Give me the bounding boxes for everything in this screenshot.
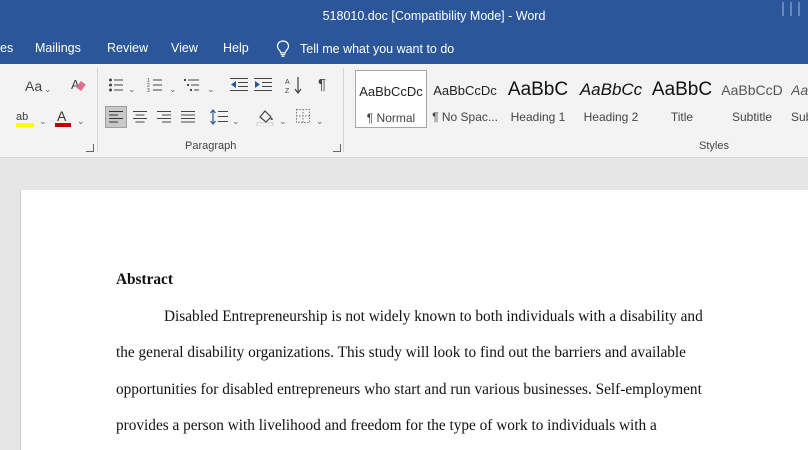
- style-preview: AaBbCcD: [721, 82, 783, 98]
- svg-text:3: 3: [147, 88, 150, 93]
- chevron-down-icon[interactable]: ⌄: [232, 113, 240, 129]
- style-name: ¶ Normal: [366, 111, 416, 125]
- borders-icon[interactable]: [296, 109, 310, 123]
- chevron-down-icon[interactable]: ⌄: [44, 81, 52, 97]
- bullets-icon[interactable]: [108, 77, 124, 93]
- chevron-down-icon[interactable]: ⌄: [279, 113, 287, 129]
- align-left-button[interactable]: [105, 106, 127, 128]
- chevron-down-icon[interactable]: ⌄: [169, 81, 177, 97]
- window-controls[interactable]: [778, 0, 804, 20]
- document-canvas[interactable]: Abstract Disabled Entrepreneurship is no…: [0, 158, 808, 450]
- style-name: Heading 1: [510, 110, 566, 124]
- styles-group-label: Styles: [699, 140, 729, 152]
- svg-text:Z: Z: [285, 88, 290, 94]
- increase-indent-icon[interactable]: [254, 77, 272, 93]
- decrease-indent-icon[interactable]: [230, 77, 248, 93]
- highlight-icon[interactable]: ab: [14, 108, 36, 128]
- chevron-down-icon[interactable]: ⌄: [128, 81, 136, 97]
- align-center-icon[interactable]: [133, 110, 147, 124]
- body-line-4: provides a person with livelihood and fr…: [116, 417, 657, 434]
- style-name: Title: [670, 110, 694, 124]
- style-name: Subtitle: [731, 110, 773, 124]
- align-left-icon: [109, 111, 123, 123]
- abstract-heading: Abstract: [116, 271, 173, 288]
- style-name: ¶ No Spac...: [432, 110, 498, 124]
- multilevel-icon[interactable]: [184, 77, 200, 93]
- paragraph-dialog-launcher[interactable]: [333, 144, 341, 152]
- body-line-3: opportunities for disabled entrepreneurs…: [116, 381, 702, 398]
- style-normal[interactable]: AaBbCcDc ¶ Normal: [355, 70, 427, 128]
- tab-view[interactable]: View: [171, 33, 198, 64]
- body-line-1: Disabled Entrepreneurship is not widely …: [164, 308, 703, 325]
- style-no-spacing[interactable]: AaBbCcDc ¶ No Spac...: [429, 70, 501, 128]
- style-preview: AaBbC: [651, 79, 713, 100]
- justify-icon[interactable]: [181, 110, 195, 124]
- svg-text:A: A: [285, 79, 290, 86]
- shading-icon[interactable]: [256, 108, 274, 126]
- body-line-2: the general disability organizations. Th…: [116, 344, 686, 361]
- style-preview: Aa: [791, 82, 808, 98]
- style-preview: AaBbC: [507, 79, 569, 100]
- ribbon-tabs: es Mailings Review View Help Tell me wha…: [0, 33, 808, 64]
- paragraph-group-label: Paragraph: [185, 140, 237, 152]
- font-color-icon[interactable]: A: [54, 108, 72, 128]
- pilcrow-icon[interactable]: ¶: [318, 77, 326, 93]
- chevron-down-icon[interactable]: ⌄: [207, 81, 215, 97]
- style-preview: AaBbCcDc: [433, 83, 497, 98]
- svg-text:ab: ab: [16, 111, 28, 123]
- svg-text:A: A: [57, 108, 67, 124]
- tell-me-search[interactable]: Tell me what you want to do: [276, 33, 454, 64]
- numbering-icon[interactable]: 1 2 3: [147, 77, 163, 93]
- lightbulb-icon: [276, 40, 290, 57]
- style-name: Heading 2: [583, 110, 639, 124]
- style-title[interactable]: AaBbC Title: [646, 70, 718, 128]
- chevron-down-icon[interactable]: ⌄: [39, 113, 47, 129]
- style-preview: AaBbCc: [579, 80, 643, 99]
- align-right-icon[interactable]: [157, 110, 171, 124]
- tab-review[interactable]: Review: [107, 33, 148, 64]
- case-icon[interactable]: Aa: [25, 78, 42, 94]
- style-subtitle[interactable]: AaBbCcD Subtitle: [716, 70, 788, 128]
- chevron-down-icon[interactable]: ⌄: [77, 113, 85, 129]
- style-heading-2[interactable]: AaBbCc Heading 2: [575, 70, 647, 128]
- group-separator: [343, 68, 344, 152]
- tab-help[interactable]: Help: [223, 33, 249, 64]
- style-name: Sub: [791, 110, 808, 124]
- tell-me-text: Tell me what you want to do: [300, 41, 455, 56]
- style-subtle-emphasis[interactable]: Aa Sub: [786, 70, 808, 128]
- line-spacing-icon[interactable]: [210, 109, 228, 125]
- style-preview: AaBbCcDc: [359, 84, 423, 99]
- document-page[interactable]: Abstract Disabled Entrepreneurship is no…: [20, 190, 808, 450]
- title-bar: 518010.doc [Compatibility Mode] - Word: [0, 0, 808, 33]
- font-dialog-launcher[interactable]: [86, 144, 94, 152]
- sort-icon[interactable]: A Z: [285, 76, 303, 94]
- window-title: 518010.doc [Compatibility Mode] - Word: [322, 9, 546, 23]
- chevron-down-icon[interactable]: ⌄: [316, 113, 324, 129]
- tab-mailings[interactable]: Mailings: [35, 33, 81, 64]
- style-heading-1[interactable]: AaBbC Heading 1: [502, 70, 574, 128]
- tab-references[interactable]: es: [0, 33, 13, 64]
- clear-format-icon[interactable]: A: [70, 76, 86, 92]
- group-separator: [97, 68, 98, 152]
